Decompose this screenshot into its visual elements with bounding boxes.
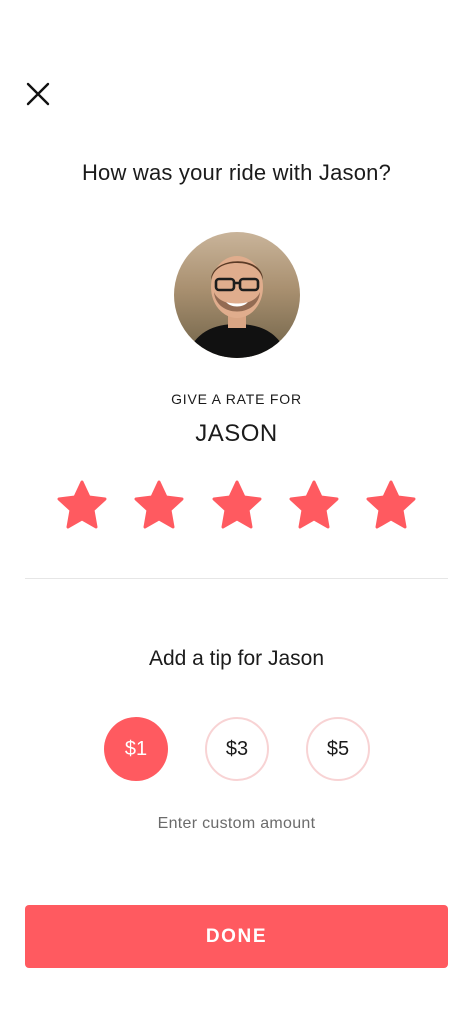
avatar: [174, 232, 300, 358]
star-icon-4[interactable]: [288, 480, 340, 532]
star-icon-5[interactable]: [365, 480, 417, 532]
page-title: How was your ride with Jason?: [81, 160, 392, 185]
divider: [25, 578, 448, 579]
close-icon: [26, 82, 50, 106]
close-button[interactable]: [22, 78, 54, 110]
star-icon-1[interactable]: [56, 480, 108, 532]
custom-amount-link[interactable]: Enter custom amount: [0, 815, 473, 833]
driver-avatar-photo: [174, 232, 300, 358]
star-icon-2[interactable]: [133, 480, 185, 532]
star-icon-3[interactable]: [211, 480, 263, 532]
done-button[interactable]: DONE: [25, 905, 448, 968]
tip-option-1[interactable]: $1: [104, 717, 168, 781]
tip-option-3[interactable]: $3: [205, 717, 269, 781]
tip-option-5[interactable]: $5: [306, 717, 370, 781]
star-rating: [0, 480, 473, 534]
driver-name: JASON: [195, 420, 278, 447]
rate-label: GIVE A RATE FOR: [171, 391, 302, 407]
tip-title: Add a tip for Jason: [148, 647, 325, 670]
